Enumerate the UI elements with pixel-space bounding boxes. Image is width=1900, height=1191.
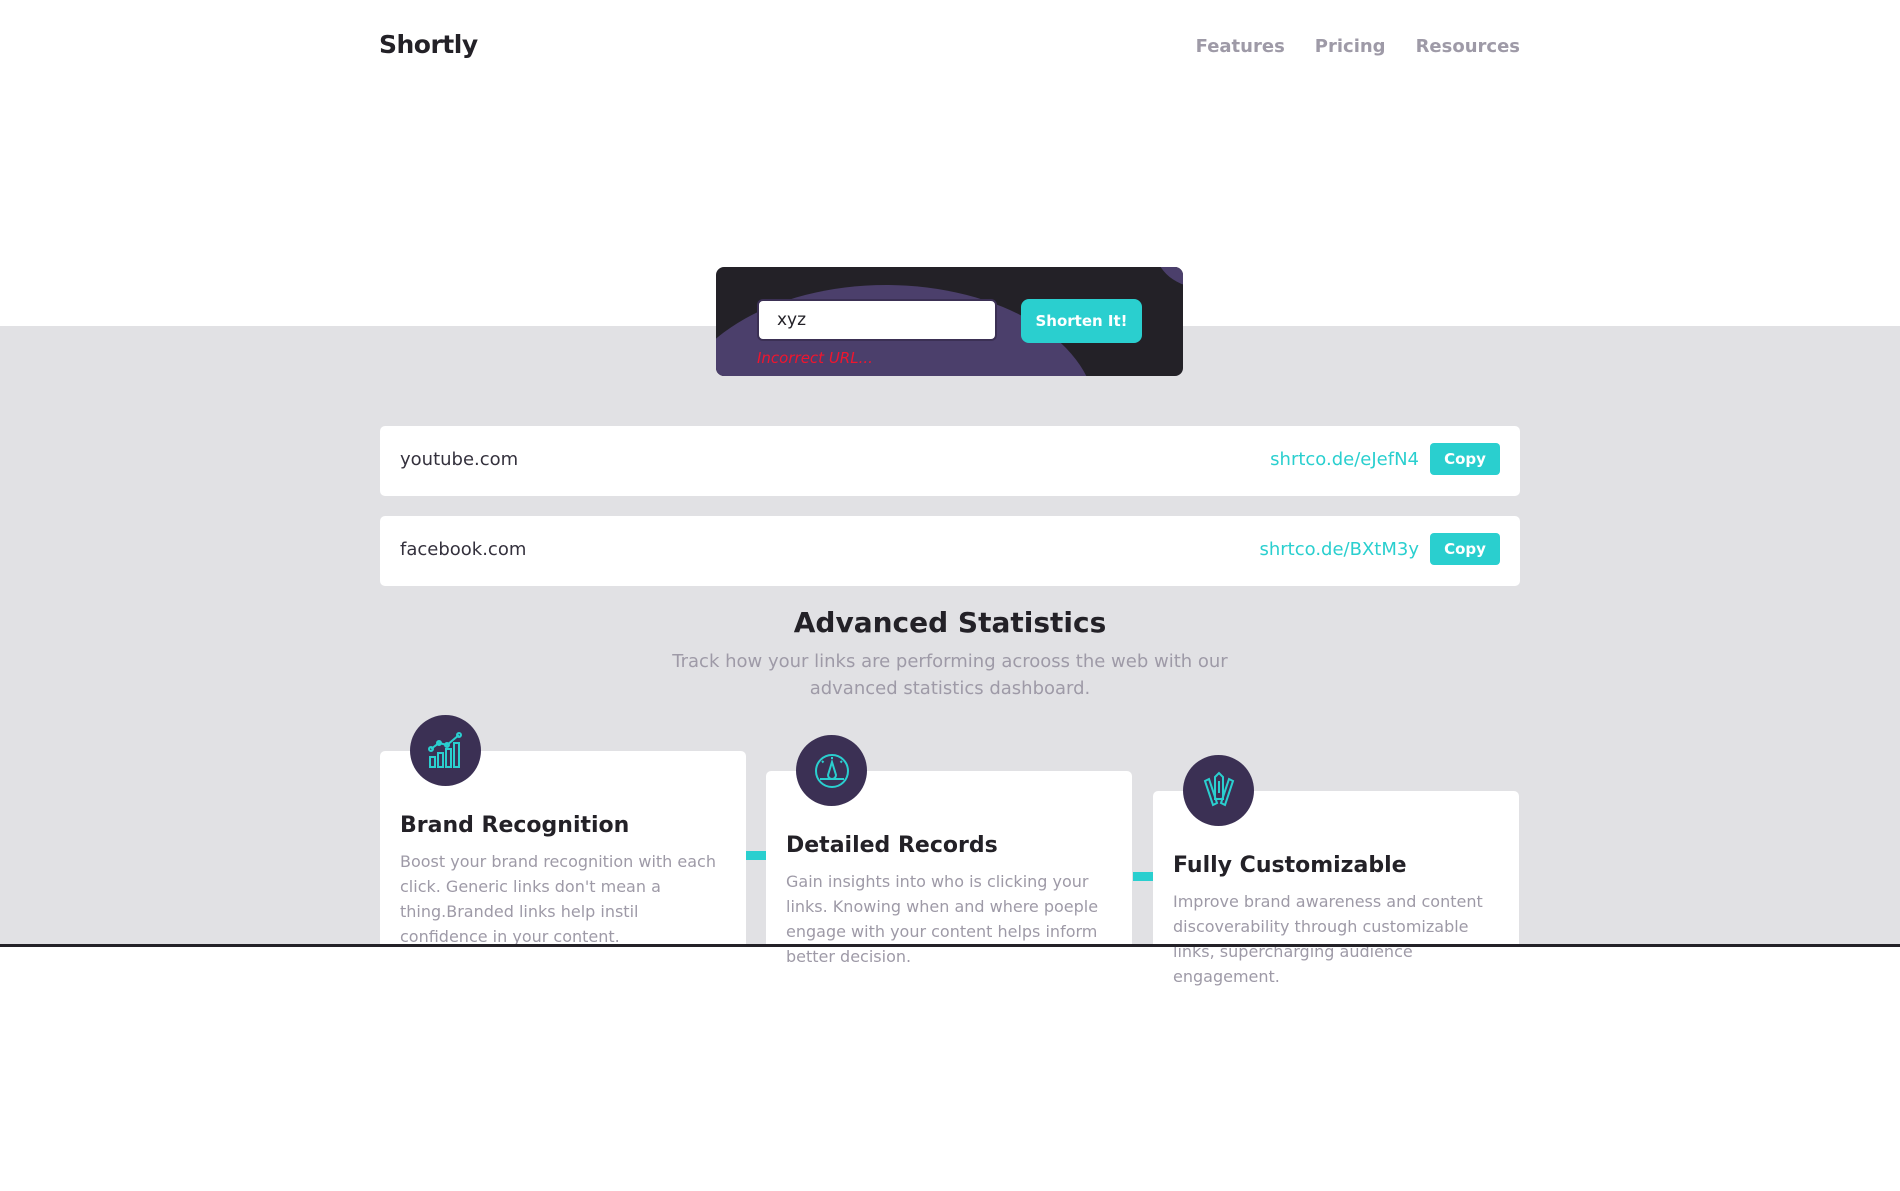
fully-customizable-icon bbox=[1183, 755, 1254, 826]
copy-button[interactable]: Copy bbox=[1430, 533, 1500, 565]
nav-features[interactable]: Features bbox=[1196, 36, 1285, 57]
card-title: Fully Customizable bbox=[1173, 853, 1407, 878]
logo[interactable]: Shortly bbox=[379, 30, 478, 59]
card-connector bbox=[1133, 872, 1153, 881]
short-url[interactable]: shrtco.de/BXtM3y bbox=[1260, 539, 1420, 560]
original-url: youtube.com bbox=[400, 449, 519, 470]
card-connector bbox=[746, 851, 766, 860]
original-url: facebook.com bbox=[400, 539, 527, 560]
brand-recognition-icon bbox=[410, 715, 481, 786]
result-row: youtube.com shrtco.de/eJefN4 Copy bbox=[380, 426, 1520, 496]
card-text: Improve brand awareness and content disc… bbox=[1173, 892, 1483, 986]
error-message: Incorrect URL... bbox=[757, 349, 873, 367]
feature-card-custom: Fully Customizable Improve brand awarene… bbox=[1153, 755, 1519, 1191]
result-row: facebook.com shrtco.de/BXtM3y Copy bbox=[380, 516, 1520, 586]
nav-resources[interactable]: Resources bbox=[1416, 36, 1520, 57]
card-title: Detailed Records bbox=[786, 833, 998, 858]
card-text: Boost your brand recognition with each c… bbox=[400, 852, 716, 946]
short-url[interactable]: shrtco.de/eJefN4 bbox=[1270, 449, 1419, 470]
stats-title: Advanced Statistics bbox=[793, 606, 1107, 639]
shorten-form: Incorrect URL... Shorten It! bbox=[716, 267, 1183, 376]
nav-pricing[interactable]: Pricing bbox=[1315, 36, 1386, 57]
feature-card-brand: Brand Recognition Boost your brand recog… bbox=[380, 715, 746, 1151]
result-actions: shrtco.de/eJefN4 Copy bbox=[1270, 443, 1500, 475]
result-actions: shrtco.de/BXtM3y Copy bbox=[1260, 533, 1500, 565]
detailed-records-icon bbox=[796, 735, 867, 806]
main-nav: Features Pricing Resources bbox=[1196, 36, 1520, 57]
copy-button[interactable]: Copy bbox=[1430, 443, 1500, 475]
stats-subtitle: Track how your links are performing acro… bbox=[672, 651, 1228, 699]
card-text: Gain insights into who is clicking your … bbox=[786, 872, 1099, 966]
shorten-button[interactable]: Shorten It! bbox=[1021, 299, 1142, 343]
background-shape bbox=[1153, 267, 1183, 287]
feature-card-records: Detailed Records Gain insights into who … bbox=[766, 735, 1132, 1171]
card-title: Brand Recognition bbox=[400, 813, 630, 838]
url-input[interactable] bbox=[757, 299, 997, 341]
